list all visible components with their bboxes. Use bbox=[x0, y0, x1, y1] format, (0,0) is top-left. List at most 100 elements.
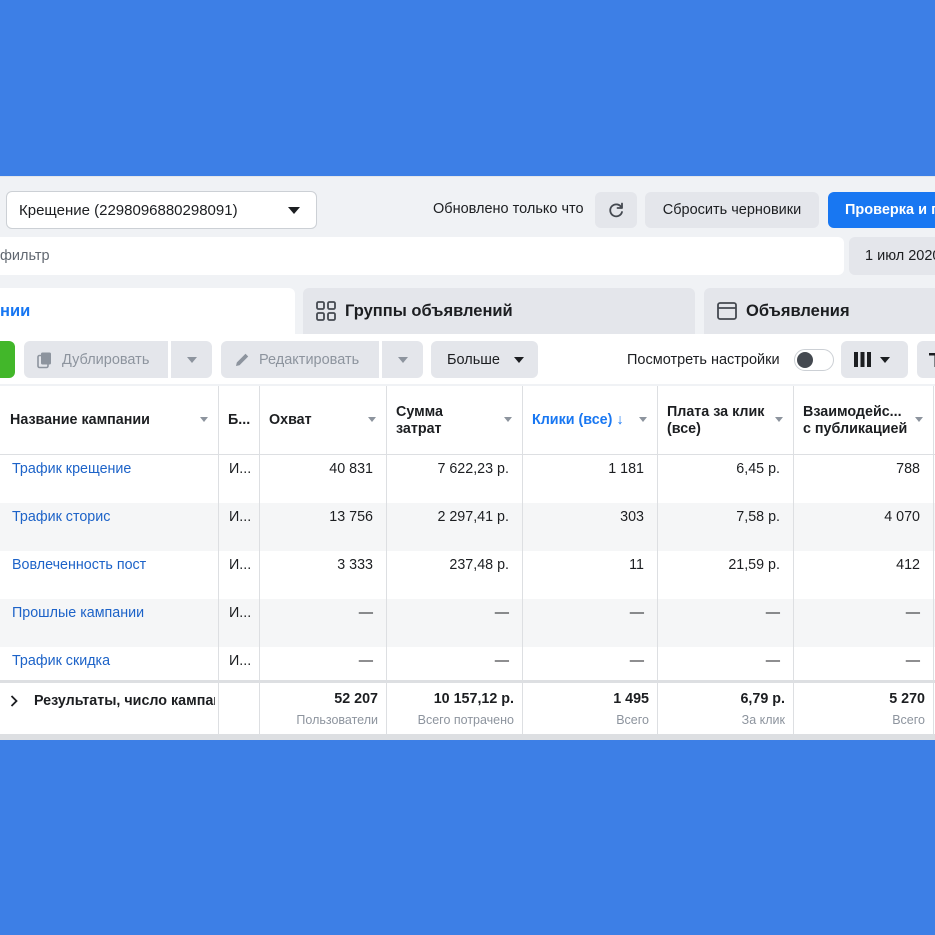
cell-b: И... bbox=[229, 461, 252, 477]
ad-window-icon bbox=[716, 300, 738, 322]
cell-engagement: 4 070 bbox=[884, 509, 920, 525]
sort-caret-icon bbox=[200, 417, 208, 422]
chevron-down-icon bbox=[397, 356, 408, 363]
table-header: Название кампании Б... Охват Сумма затра… bbox=[0, 386, 935, 455]
column-divider bbox=[522, 386, 523, 734]
tab-campaigns[interactable]: нии bbox=[0, 288, 295, 334]
edit-label: Редактировать bbox=[259, 351, 360, 368]
refresh-button[interactable] bbox=[595, 192, 637, 228]
tab-ads-label: Объявления bbox=[746, 301, 850, 320]
cell-clicks: 11 bbox=[629, 557, 644, 573]
create-button[interactable] bbox=[0, 341, 15, 378]
cell-b: И... bbox=[229, 605, 252, 621]
totals-value: 5 270 bbox=[889, 691, 925, 707]
breakdown-button[interactable] bbox=[917, 341, 935, 378]
toolbar: Дублировать Редактировать Больше Посмотр… bbox=[0, 334, 935, 384]
campaign-name-link[interactable]: Трафик крещение bbox=[0, 455, 218, 503]
campaign-name-link[interactable]: Вовлеченность пост bbox=[0, 551, 218, 599]
cell-b: И... bbox=[229, 557, 252, 573]
totals-sub: За клик bbox=[741, 713, 785, 727]
sort-caret-icon bbox=[504, 417, 512, 422]
horizontal-scrollbar[interactable] bbox=[0, 734, 935, 740]
column-header-clicks[interactable]: Клики (все) ↓ bbox=[522, 386, 657, 455]
ad-sets-grid-icon bbox=[315, 300, 337, 322]
table-row[interactable]: Прошлые кампании И... — — — — — bbox=[0, 599, 935, 647]
breakdown-icon bbox=[929, 352, 935, 367]
column-header-campaign-name[interactable]: Название кампании bbox=[0, 386, 218, 455]
cell-clicks: 303 bbox=[620, 509, 644, 525]
duplicate-button[interactable]: Дублировать bbox=[24, 341, 168, 378]
date-range-picker[interactable]: 1 июл 2020 bbox=[849, 237, 935, 275]
totals-sub: Всего bbox=[892, 713, 925, 727]
cell-cpc: — bbox=[765, 605, 780, 621]
column-header-reach[interactable]: Охват bbox=[259, 386, 386, 455]
more-button[interactable]: Больше bbox=[431, 341, 538, 378]
cell-spend: 237,48 р. bbox=[449, 557, 509, 573]
account-select[interactable]: Крещение (2298096880298091) bbox=[6, 191, 317, 229]
columns-button[interactable] bbox=[841, 341, 908, 378]
column-header-engagement[interactable]: Взаимодейс... с публикацией bbox=[793, 386, 933, 455]
totals-sub: Всего потрачено bbox=[417, 713, 514, 727]
columns-icon bbox=[854, 352, 871, 367]
totals-reach: 52 207 Пользователи bbox=[259, 683, 386, 734]
duplicate-icon bbox=[37, 352, 51, 368]
cell-spend: 7 622,23 р. bbox=[437, 461, 509, 477]
campaign-name-link[interactable]: Трафик сторис bbox=[0, 503, 218, 551]
duplicate-dropdown-button[interactable] bbox=[171, 341, 212, 378]
totals-value: 10 157,12 р. bbox=[433, 691, 514, 707]
search-filter-placeholder: фильтр bbox=[0, 248, 50, 264]
view-settings-toggle[interactable] bbox=[794, 349, 834, 371]
chevron-right-icon bbox=[10, 695, 18, 707]
column-divider bbox=[657, 386, 658, 734]
cell-b: И... bbox=[229, 509, 252, 525]
chevron-down-icon bbox=[513, 356, 524, 363]
table-row[interactable]: Трафик сторис И... 13 756 2 297,41 р. 303 7,5… bbox=[0, 503, 935, 551]
totals-expand[interactable]: Результаты, число кампаний bbox=[10, 693, 215, 709]
column-header-label: Сумма затрат bbox=[396, 403, 444, 437]
cell-clicks: — bbox=[629, 605, 644, 621]
cell-engagement: — bbox=[905, 605, 920, 621]
updated-status: Обновлено только что bbox=[433, 201, 584, 217]
totals-value: 6,79 р. bbox=[740, 691, 785, 707]
cell-reach: — bbox=[358, 605, 373, 621]
totals-label: Результаты, число кампаний bbox=[34, 693, 215, 709]
cell-clicks: 1 181 bbox=[608, 461, 644, 477]
pencil-icon bbox=[236, 353, 249, 366]
cell-engagement: 412 bbox=[896, 557, 920, 573]
tab-campaigns-label: нии bbox=[0, 301, 31, 320]
sort-caret-icon bbox=[368, 417, 376, 422]
totals-cpc: 6,79 р. За клик bbox=[657, 683, 793, 734]
chevron-down-icon bbox=[288, 207, 300, 214]
review-publish-button[interactable]: Проверка и п bbox=[828, 192, 935, 228]
table-row[interactable]: Вовлеченность пост И... 3 333 237,48 р. 11 21… bbox=[0, 551, 935, 599]
cell-reach: 40 831 bbox=[329, 461, 373, 477]
cell-spend: 2 297,41 р. bbox=[437, 509, 509, 525]
tab-ad-sets[interactable]: Группы объявлений bbox=[303, 288, 695, 334]
column-header-cpc[interactable]: Плата за клик (все) bbox=[657, 386, 793, 455]
totals-row: Результаты, число кампаний 52 207 Пользо… bbox=[0, 680, 935, 734]
totals-clicks: 1 495 Всего bbox=[522, 683, 657, 734]
totals-engagement: 5 270 Всего bbox=[793, 683, 933, 734]
cell-cpc: 21,59 р. bbox=[728, 557, 780, 573]
column-divider bbox=[933, 386, 934, 734]
cell-cpc: 7,58 р. bbox=[736, 509, 780, 525]
search-filter-input[interactable]: фильтр bbox=[0, 237, 844, 275]
edit-dropdown-button[interactable] bbox=[382, 341, 423, 378]
sort-caret-icon bbox=[639, 417, 647, 422]
campaign-name-link[interactable]: Прошлые кампании bbox=[0, 599, 218, 647]
reset-drafts-button[interactable]: Сбросить черновики bbox=[645, 192, 819, 228]
duplicate-label: Дублировать bbox=[62, 351, 150, 368]
table-row[interactable]: Трафик крещение И... 40 831 7 622,23 р. 1 18… bbox=[0, 455, 935, 503]
column-header-b[interactable]: Б... bbox=[218, 386, 259, 455]
column-divider bbox=[386, 386, 387, 734]
column-divider bbox=[259, 386, 260, 734]
edit-button[interactable]: Редактировать bbox=[221, 341, 379, 378]
chevron-down-icon bbox=[186, 356, 197, 363]
column-header-spend[interactable]: Сумма затрат bbox=[386, 386, 522, 455]
account-select-value: Крещение (2298096880298091) bbox=[19, 201, 238, 219]
sort-caret-icon bbox=[775, 417, 783, 422]
tab-ad-sets-label: Группы объявлений bbox=[345, 301, 513, 320]
column-divider bbox=[218, 386, 219, 734]
cell-reach: 13 756 bbox=[329, 509, 373, 525]
tab-ads[interactable]: Объявления bbox=[704, 288, 935, 334]
